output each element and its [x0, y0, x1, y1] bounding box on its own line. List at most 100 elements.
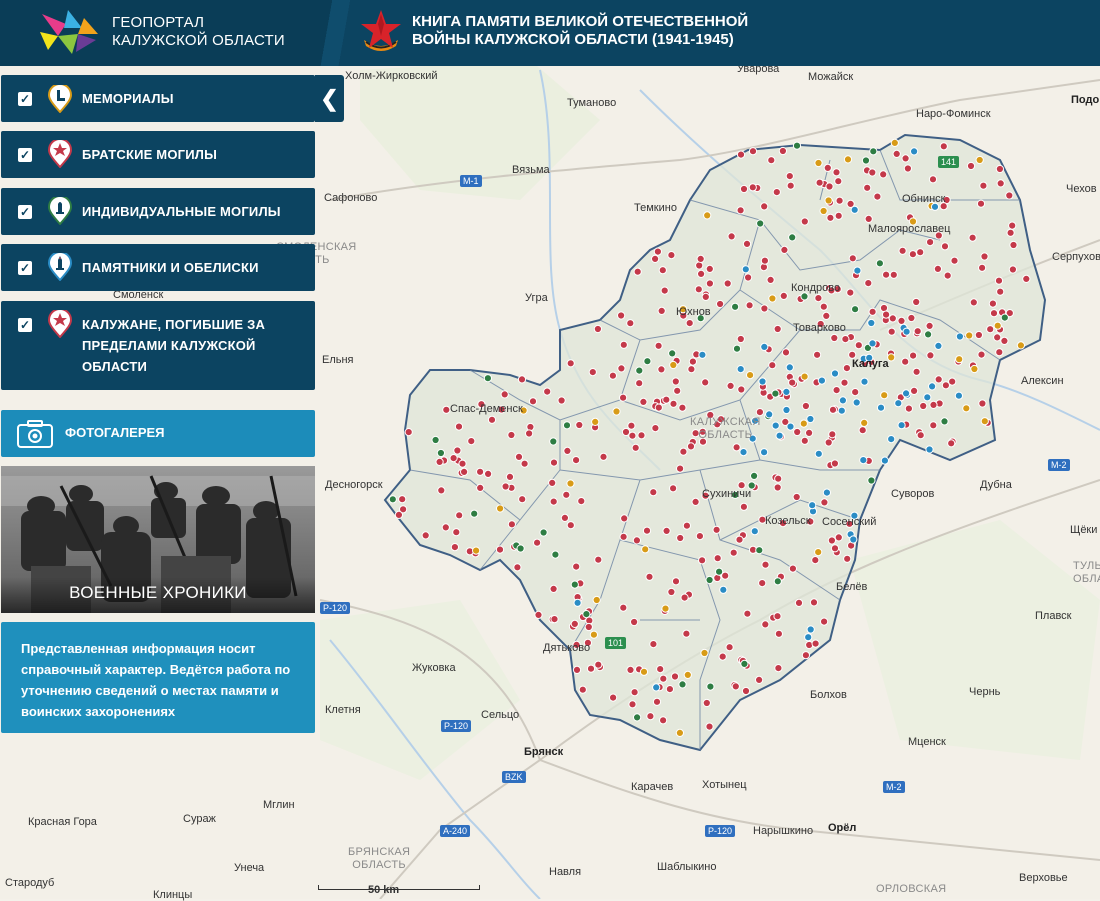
map-marker[interactable] [570, 619, 579, 629]
map-marker[interactable] [701, 378, 710, 387]
map-marker[interactable] [697, 269, 706, 278]
map-marker[interactable] [772, 188, 781, 197]
map-marker[interactable] [743, 609, 752, 618]
map-marker[interactable] [996, 287, 1005, 296]
map-marker[interactable] [735, 535, 744, 544]
map-marker[interactable] [631, 443, 640, 452]
map-marker[interactable] [639, 667, 649, 676]
map-marker[interactable] [887, 327, 896, 336]
map-marker[interactable] [868, 339, 877, 348]
map-marker[interactable] [781, 348, 791, 357]
map-marker[interactable] [965, 331, 974, 340]
checkbox-checked-icon[interactable]: ✓ [18, 92, 32, 106]
map-marker[interactable] [916, 248, 925, 257]
map-marker[interactable] [775, 431, 784, 440]
map-marker[interactable] [453, 446, 462, 455]
map-marker[interactable] [729, 548, 738, 557]
checkbox-checked-icon[interactable]: ✓ [18, 261, 32, 275]
map-marker[interactable] [860, 377, 869, 386]
map-marker[interactable] [785, 172, 794, 181]
map-marker[interactable] [835, 196, 844, 205]
map-marker[interactable] [562, 490, 571, 499]
map-marker[interactable] [706, 682, 715, 691]
map-marker[interactable] [993, 333, 1002, 342]
map-marker[interactable] [628, 431, 637, 440]
map-marker[interactable] [740, 659, 749, 669]
map-marker[interactable] [925, 321, 934, 330]
map-marker[interactable] [533, 538, 542, 547]
map-marker[interactable] [910, 386, 919, 395]
map-marker[interactable] [619, 532, 628, 541]
map-marker[interactable] [703, 211, 712, 220]
war-chronicles-banner[interactable]: ВОЕННЫЕ ХРОНИКИ [1, 466, 315, 613]
map-marker[interactable] [582, 610, 591, 619]
map-marker[interactable] [682, 629, 691, 638]
map-marker[interactable] [562, 421, 572, 430]
map-marker[interactable] [925, 445, 934, 454]
map-marker[interactable] [507, 520, 516, 529]
map-marker[interactable] [572, 562, 581, 571]
map-marker[interactable] [986, 325, 995, 334]
map-marker[interactable] [1000, 336, 1009, 345]
map-marker[interactable] [736, 150, 746, 159]
map-marker[interactable] [619, 603, 628, 612]
map-marker[interactable] [570, 580, 579, 589]
map-marker[interactable] [476, 483, 485, 492]
map-marker[interactable] [880, 391, 889, 400]
map-marker[interactable] [450, 543, 459, 552]
map-marker[interactable] [817, 376, 827, 385]
map-marker[interactable] [868, 307, 877, 316]
map-marker[interactable] [421, 531, 430, 540]
map-marker[interactable] [756, 219, 765, 228]
map-marker[interactable] [916, 431, 925, 440]
map-marker[interactable] [700, 648, 709, 658]
map-marker[interactable] [882, 310, 891, 319]
map-marker[interactable] [695, 532, 705, 541]
map-marker[interactable] [737, 385, 746, 394]
layer-mass-graves[interactable]: ✓ БРАТСКИЕ МОГИЛЫ [1, 131, 315, 178]
map-marker[interactable] [619, 393, 628, 402]
map-marker[interactable] [732, 344, 742, 353]
map-marker[interactable] [766, 275, 775, 284]
map-marker[interactable] [654, 341, 663, 350]
map-marker[interactable] [908, 250, 918, 259]
layer-kaluzhane-perished-outside[interactable]: ✓ КАЛУЖАНЕ, ПОГИБШИЕ ЗА ПРЕДЕЛАМИ КАЛУЖС… [1, 301, 315, 390]
map-marker[interactable] [755, 675, 764, 685]
map-marker[interactable] [822, 311, 831, 320]
map-marker[interactable] [823, 163, 832, 172]
map-marker[interactable] [939, 142, 948, 151]
map-marker[interactable] [584, 622, 593, 632]
map-marker[interactable] [851, 388, 860, 397]
map-marker[interactable] [819, 206, 828, 216]
map-marker[interactable] [652, 697, 662, 706]
map-marker[interactable] [805, 428, 814, 437]
map-marker[interactable] [575, 420, 584, 430]
map-marker[interactable] [702, 698, 711, 708]
map-marker[interactable] [748, 183, 757, 192]
map-marker[interactable] [671, 577, 681, 586]
map-marker[interactable] [919, 401, 928, 411]
map-marker[interactable] [843, 155, 853, 164]
map-marker[interactable] [705, 575, 714, 585]
map-marker[interactable] [755, 408, 765, 417]
map-marker[interactable] [698, 556, 707, 565]
map-marker[interactable] [641, 545, 650, 554]
map-marker[interactable] [534, 610, 543, 620]
map-marker[interactable] [824, 438, 833, 447]
map-marker[interactable] [694, 285, 703, 294]
checkbox-checked-icon[interactable]: ✓ [18, 318, 32, 332]
map-marker[interactable] [830, 333, 839, 343]
map-marker[interactable] [765, 410, 774, 419]
map-marker[interactable] [398, 495, 407, 504]
map-marker[interactable] [840, 378, 849, 387]
map-marker[interactable] [978, 263, 987, 272]
map-marker[interactable] [774, 664, 783, 673]
map-marker[interactable] [758, 377, 767, 386]
map-marker[interactable] [516, 544, 525, 553]
map-marker[interactable] [864, 279, 873, 288]
map-marker[interactable] [988, 299, 998, 308]
map-marker[interactable] [834, 211, 843, 220]
map-marker[interactable] [947, 439, 956, 448]
map-marker[interactable] [566, 479, 575, 488]
map-marker[interactable] [834, 177, 843, 186]
